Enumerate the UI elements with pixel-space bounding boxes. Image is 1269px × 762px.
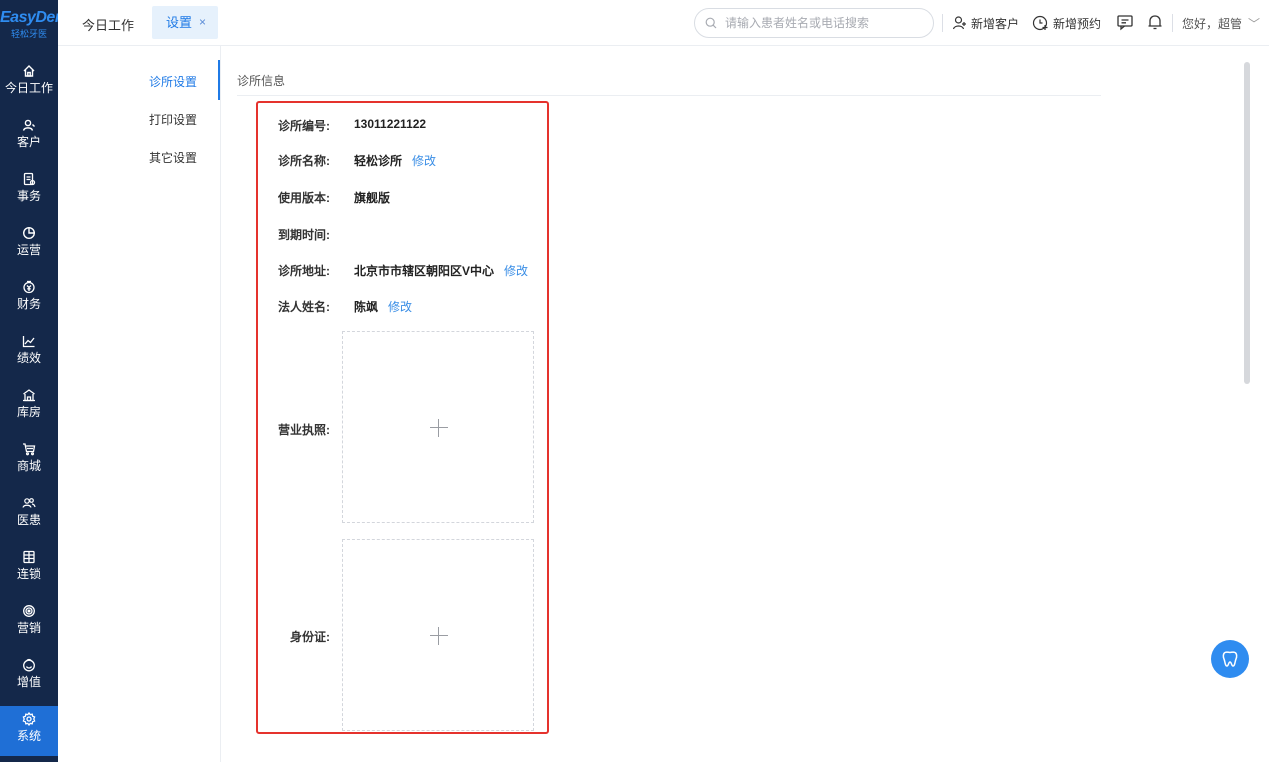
chevron-down-icon: ﹀ [1248,17,1261,31]
address-value: 北京市市辖区朝阳区V中心 [354,264,495,278]
divider [1172,14,1173,32]
scrollbar[interactable] [1244,62,1250,384]
brand-subtitle: 轻松牙医 [10,29,47,39]
new-appointment-label: 新增预约 [1053,16,1102,31]
section-title: 诊所信息 [237,74,286,88]
sidebar-item-marketing[interactable]: 营销 [0,598,58,648]
subnav-divider [220,46,221,762]
sidebar-item-label: 营销 [16,621,41,635]
subnav-other-settings[interactable]: 其它设置 [122,148,220,168]
edit-address-link[interactable]: 修改 [504,264,528,278]
sidebar-item-label: 运营 [16,243,41,257]
sidebar-item-label: 库房 [16,405,41,419]
business-license-upload[interactable] [342,331,534,523]
message-icon[interactable] [1116,13,1134,31]
search-box[interactable] [694,8,934,38]
chart-line-icon [22,336,35,348]
task-icon [23,172,36,186]
add-user-icon [952,16,966,30]
tooth-icon [1222,651,1238,667]
user-icon [22,119,35,131]
finance-icon [23,280,35,294]
sidebar-item-label: 财务 [16,297,41,311]
top-bar: 今日工作 设置 × 新增客户 新增预约 您好，超管 ﹀ [58,0,1269,46]
search-icon [705,17,717,29]
close-icon[interactable]: × [199,6,206,39]
tooth-assistant-button[interactable] [1211,640,1249,678]
sidebar-item-operation[interactable]: 运营 [0,220,58,270]
version-label: 使用版本: [278,191,330,205]
sidebar-item-finance[interactable]: 财务 [0,274,58,324]
tab-settings-label: 设置 [166,15,193,30]
warehouse-icon [23,389,35,402]
sidebar-item-today[interactable]: 今日工作 [0,58,58,108]
sidebar-item-label: 客户 [16,135,41,149]
tooth-icon [23,658,35,672]
sidebar-item-label: 今日工作 [4,81,53,95]
id-card-upload[interactable] [342,539,534,731]
clinic-name-row: 轻松诊所 修改 [354,152,436,169]
version-value: 旗舰版 [354,191,391,205]
sidebar: EasyDent 轻松牙医 今日工作 客户 事务 运营 财务 绩效 库房 商城 … [0,0,58,762]
plus-icon [430,427,448,428]
tab-today-work[interactable]: 今日工作 [82,15,134,34]
edit-clinic-name-link[interactable]: 修改 [412,154,436,168]
sidebar-item-label: 医患 [16,513,41,527]
clinic-code-label: 诊所编号: [278,119,330,133]
sidebar-item-mall[interactable]: 商城 [0,436,58,486]
expiry-label: 到期时间: [278,228,330,242]
clinic-name-label: 诊所名称: [278,154,330,168]
divider [942,14,943,32]
search-input[interactable] [725,14,925,32]
plus-icon [430,635,448,636]
users-icon [22,498,36,508]
home-icon [23,65,35,77]
new-customer-button[interactable]: 新增客户 [952,14,1019,32]
store-icon [23,550,35,564]
section-divider [237,95,1101,96]
sidebar-item-doctor-patient[interactable]: 医患 [0,490,58,540]
cart-icon [23,443,36,456]
clinic-name-value: 轻松诊所 [354,154,403,168]
sidebar-item-label: 绩效 [16,351,41,365]
sidebar-item-customer[interactable]: 客户 [0,112,58,162]
bell-icon[interactable] [1146,13,1164,31]
new-customer-label: 新增客户 [971,16,1020,31]
legal-person-label: 法人姓名: [278,300,330,314]
new-appointment-button[interactable]: 新增预约 [1032,14,1101,32]
id-card-label: 身份证: [290,630,330,644]
logo: EasyDent 轻松牙医 [0,0,58,46]
sidebar-item-label: 系统 [16,729,41,743]
sidebar-item-system[interactable]: 系统 [0,706,58,756]
sidebar-item-value-added[interactable]: 增值 [0,652,58,702]
address-label: 诊所地址: [278,264,330,278]
sidebar-item-label: 事务 [16,189,41,203]
plus-icon [438,419,439,437]
sidebar-item-label: 增值 [16,675,41,689]
add-appointment-icon [1032,15,1048,31]
edit-legal-person-link[interactable]: 修改 [388,300,412,314]
address-row: 北京市市辖区朝阳区V中心 修改 [354,262,528,279]
legal-person-value: 陈飒 [354,300,379,314]
sidebar-item-label: 商城 [16,459,41,473]
subnav-clinic-settings[interactable]: 诊所设置 [122,72,220,92]
greeting-text: 您好，超管 [1182,17,1243,31]
sidebar-item-performance[interactable]: 绩效 [0,328,58,378]
legal-person-row: 陈飒 修改 [354,298,412,315]
clinic-code-value: 13011221122 [354,117,427,131]
pie-icon [22,226,36,240]
tab-settings[interactable]: 设置 × [152,6,218,39]
brand-name: EasyDent [0,9,58,26]
sidebar-item-warehouse[interactable]: 库房 [0,382,58,432]
sidebar-item-label: 连锁 [16,567,41,581]
sidebar-item-task[interactable]: 事务 [0,166,58,216]
business-license-label: 营业执照: [278,423,330,437]
gear-icon [22,712,36,726]
target-icon [23,605,35,617]
user-menu[interactable]: 您好，超管 ﹀ [1182,15,1260,32]
sidebar-item-chain[interactable]: 连锁 [0,544,58,594]
plus-icon [438,627,439,645]
subnav-print-settings[interactable]: 打印设置 [122,110,220,130]
